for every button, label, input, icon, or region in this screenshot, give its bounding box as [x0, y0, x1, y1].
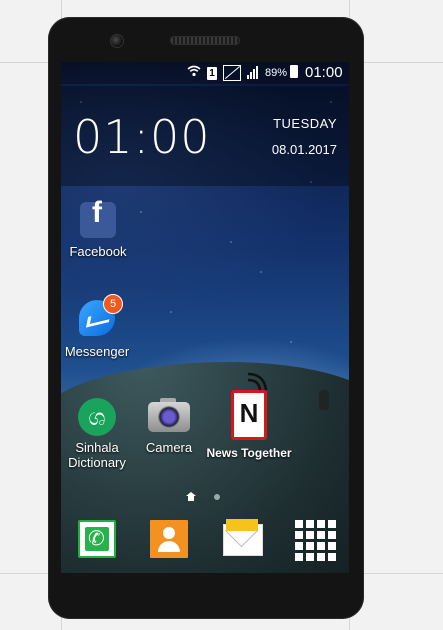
app-label: Facebook [69, 244, 127, 259]
app-label: Sinhala Dictionary [68, 440, 126, 470]
sim-icon: 1 [207, 65, 217, 80]
home-page-icon [186, 492, 196, 501]
facebook-icon: f [80, 198, 116, 238]
contacts-icon[interactable] [150, 520, 188, 558]
battery-icon [290, 65, 298, 81]
camera-icon [148, 396, 190, 434]
clock-day: TUESDAY [273, 116, 337, 131]
broadcast-arcs-icon [247, 372, 268, 391]
app-sinhala-dictionary[interactable]: ශ Sinhala Dictionary [61, 398, 137, 470]
wifi-icon [187, 65, 201, 80]
earpiece-speaker [170, 36, 240, 45]
battery-percent: 89% [265, 67, 288, 79]
phone-icon[interactable] [78, 520, 116, 558]
app-facebook[interactable]: f Facebook [61, 198, 138, 260]
app-camera[interactable]: Camera [129, 396, 209, 455]
no-signal-icon [223, 65, 241, 84]
page-dot [214, 494, 220, 500]
dock [61, 510, 349, 573]
app-label: Messenger [64, 344, 130, 359]
front-camera [110, 34, 124, 48]
sinhala-dictionary-icon: ශ [78, 398, 116, 436]
app-drawer-icon[interactable] [295, 520, 336, 561]
clock-time: 01:00 [73, 110, 211, 164]
notification-badge: 5 [103, 294, 123, 314]
app-label: News Together [206, 446, 292, 460]
email-icon[interactable] [223, 519, 263, 556]
app-label: Camera [145, 440, 193, 455]
signal-bars-icon [247, 65, 261, 82]
clock-date: 08.01.2017 [271, 142, 337, 157]
wallpaper-figure [319, 390, 329, 410]
app-messenger[interactable]: 5 Messenger [61, 294, 137, 359]
app-news-together[interactable]: N News Together [201, 390, 297, 461]
status-bar[interactable]: 1 89% 01:00 [61, 62, 349, 84]
home-screen: 1 89% 01:00 01:00 TUESDAY 08.01.2017 f F… [61, 62, 349, 573]
status-time: 01:00 [305, 64, 343, 81]
news-together-icon: N [231, 390, 267, 440]
clock-widget[interactable]: 01:00 TUESDAY 08.01.2017 [61, 86, 349, 186]
